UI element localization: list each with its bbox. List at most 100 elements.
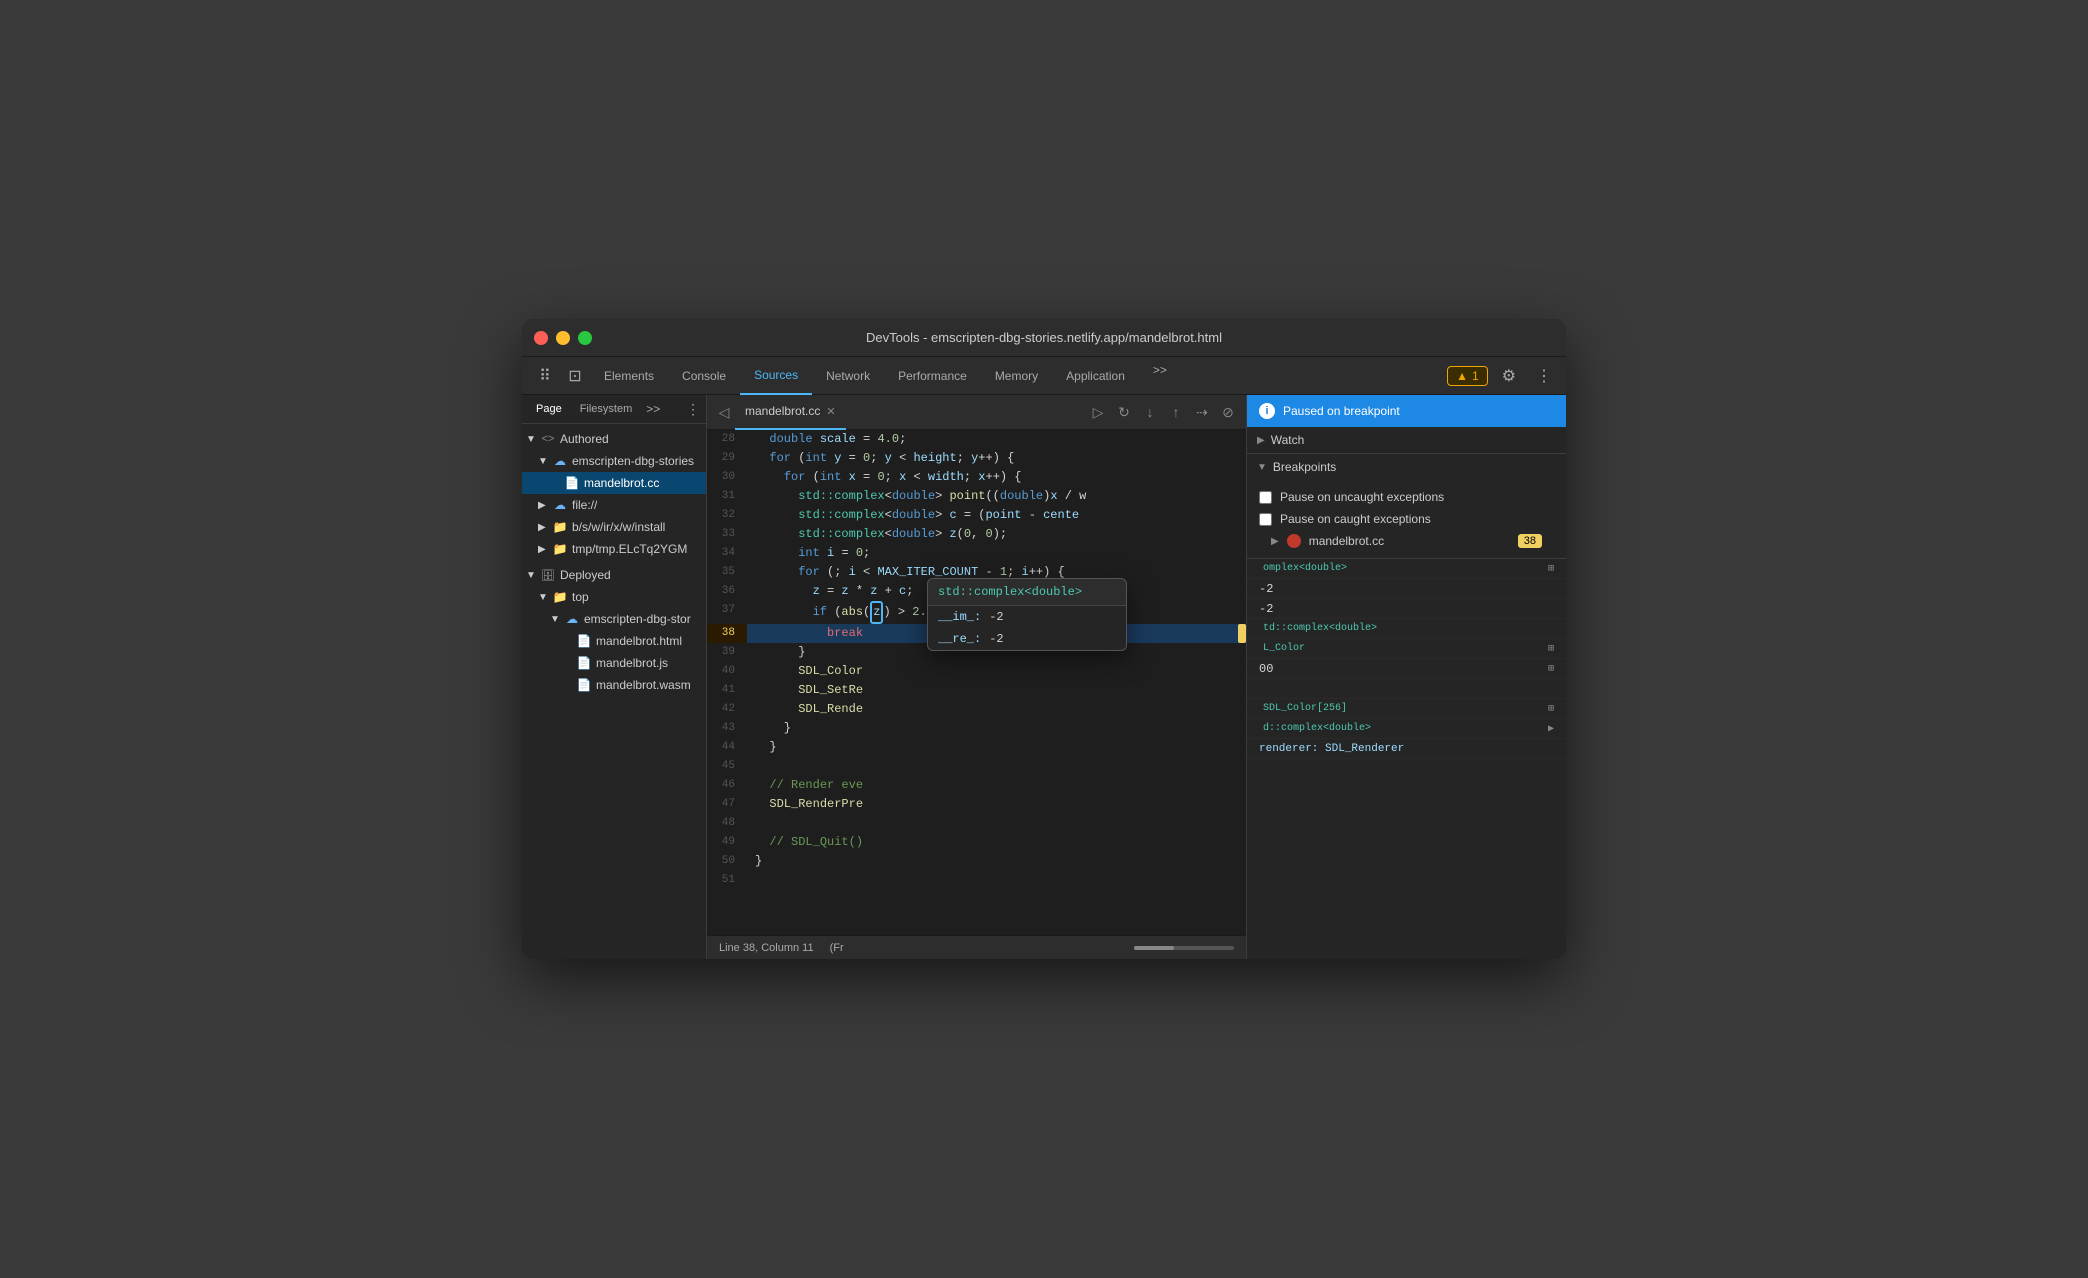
debug-panel: i Paused on breakpoint ▶ Watch ▼ Breakpo… <box>1246 395 1566 959</box>
settings-icon[interactable]: ⚙ <box>1496 366 1522 386</box>
authored-icon: <> <box>540 431 556 447</box>
chevron-down-icon: ▼ <box>526 434 540 445</box>
code-line-42: 42 SDL_Rende <box>707 700 1246 719</box>
pause-uncaught-checkbox[interactable] <box>1259 491 1272 504</box>
tab-more-icon[interactable]: >> <box>1139 357 1181 395</box>
sidebar-tab-filesystem[interactable]: Filesystem <box>572 399 641 419</box>
tree-tmp-folder[interactable]: ▶ 📁 tmp/tmp.ELcTq2YGM <box>522 538 706 560</box>
code-line-34: 34 int i = 0; <box>707 544 1246 563</box>
var-row-3: -2 <box>1247 599 1566 619</box>
breakpoint-file-label: mandelbrot.cc <box>1309 534 1384 548</box>
main-content: Page Filesystem >> ⋮ ▼ <> Authored ▼ ☁ e… <box>522 395 1566 959</box>
authored-label: Authored <box>560 432 609 446</box>
tree-js-file[interactable]: ▶ 📄 mandelbrot.js <box>522 652 706 674</box>
server-icon: 🗄 <box>540 567 556 583</box>
maximize-button[interactable] <box>578 331 592 345</box>
cursor-position: Line 38, Column 11 <box>719 942 814 954</box>
sidebar-tab-page[interactable]: Page <box>528 399 570 419</box>
step-out-icon[interactable]: ↑ <box>1164 404 1188 420</box>
more-options-icon[interactable]: ⋮ <box>1530 366 1558 386</box>
breakpoint-entry: ▶ mandelbrot.cc 38 <box>1259 530 1554 552</box>
deactivate-icon[interactable]: ⊘ <box>1216 404 1240 421</box>
breakpoints-header[interactable]: ▼ Breakpoints <box>1247 454 1566 480</box>
cloud-icon: ☁ <box>564 611 580 627</box>
tab-performance[interactable]: Performance <box>884 357 981 395</box>
code-line-48: 48 <box>707 814 1246 833</box>
code-nav-controls: ▷ ↻ ↓ ↑ ⇢ ⊘ <box>1086 404 1240 421</box>
wasm-label: mandelbrot.wasm <box>596 678 691 692</box>
file-icon: 📄 <box>576 655 592 671</box>
minimize-button[interactable] <box>556 331 570 345</box>
nav-forward-icon[interactable]: ▷ <box>1086 404 1110 421</box>
chevron-right-icon: ▶ <box>1271 536 1279 547</box>
file-icon: 📄 <box>576 633 592 649</box>
nav-back-icon[interactable]: ◁ <box>713 404 735 421</box>
tree-deployed[interactable]: ▼ 🗄 Deployed <box>522 564 706 586</box>
watch-header[interactable]: ▶ Watch <box>1247 427 1566 453</box>
var-row-9: d::complex<double> ▶ <box>1247 719 1566 739</box>
warning-badge[interactable]: ▲ 1 <box>1447 366 1488 386</box>
cloud-icon: ☁ <box>552 497 568 513</box>
paused-label: Paused on breakpoint <box>1283 404 1400 418</box>
chevron-right-icon: ▶ <box>538 544 552 555</box>
tooltip-im-key: __im_: <box>938 610 981 624</box>
code-tabs: ◁ mandelbrot.cc ✕ ▷ ↻ ↓ ↑ ⇢ ⊘ <box>707 395 1246 430</box>
close-tab-button[interactable]: ✕ <box>826 405 835 418</box>
frame-info: (Fr <box>830 942 844 954</box>
code-line-47: 47 SDL_RenderPre <box>707 795 1246 814</box>
titlebar: DevTools - emscripten-dbg-stories.netlif… <box>522 319 1566 357</box>
close-button[interactable] <box>534 331 548 345</box>
devtools-window: DevTools - emscripten-dbg-stories.netlif… <box>522 319 1566 959</box>
tab-network[interactable]: Network <box>812 357 884 395</box>
step-over-icon[interactable]: ↻ <box>1112 404 1136 421</box>
var-row-5: L_Color ⊞ <box>1247 639 1566 659</box>
code-line-46: 46 // Render eve <box>707 776 1246 795</box>
var-row-10: renderer: SDL_Renderer <box>1247 739 1566 759</box>
chevron-right-icon: ▶ <box>1257 435 1265 446</box>
tree-file-cloud[interactable]: ▶ ☁ file:// <box>522 494 706 516</box>
pause-caught-checkbox[interactable] <box>1259 513 1272 526</box>
tree-mandelbrot-cc[interactable]: ▶ 📄 mandelbrot.cc <box>522 472 706 494</box>
var-row-2: -2 <box>1247 579 1566 599</box>
traffic-lights <box>534 331 592 345</box>
breakpoint-dot-icon <box>1287 534 1301 548</box>
tree-install-folder[interactable]: ▶ 📁 b/s/w/ir/x/w/install <box>522 516 706 538</box>
tab-console[interactable]: Console <box>668 357 740 395</box>
tree-html-file[interactable]: ▶ 📄 mandelbrot.html <box>522 630 706 652</box>
js-label: mandelbrot.js <box>596 656 668 670</box>
code-line-32: 32 std::complex<double> c = (point - cen… <box>707 506 1246 525</box>
code-body: 28 double scale = 4.0; 29 for (int y = 0… <box>707 430 1246 935</box>
tooltip-re-key: __re_: <box>938 632 981 646</box>
tab-sources[interactable]: Sources <box>740 357 812 395</box>
sidebar-tab-more[interactable]: >> <box>642 400 664 418</box>
sidebar-more-icon[interactable]: ⋮ <box>686 401 700 418</box>
pause-caught-row: Pause on caught exceptions <box>1259 508 1554 530</box>
code-file-tab[interactable]: mandelbrot.cc ✕ <box>735 395 846 430</box>
var-row-4: td::complex<double> <box>1247 619 1566 639</box>
tree-authored[interactable]: ▼ <> Authored <box>522 428 706 450</box>
pause-caught-label: Pause on caught exceptions <box>1280 512 1431 526</box>
devtools-drawer-icon[interactable]: ⊡ <box>560 361 590 391</box>
paused-header: i Paused on breakpoint <box>1247 395 1566 427</box>
info-icon: i <box>1259 403 1275 419</box>
code-editor[interactable]: 28 double scale = 4.0; 29 for (int y = 0… <box>707 430 1246 935</box>
code-line-50: 50 } <box>707 852 1246 871</box>
tree-top-folder[interactable]: ▼ 📁 top <box>522 586 706 608</box>
step-icon[interactable]: ⇢ <box>1190 404 1214 421</box>
tab-memory[interactable]: Memory <box>981 357 1052 395</box>
tooltip-row-re: __re_: -2 <box>928 628 1126 650</box>
chevron-right-icon: ▶ <box>538 500 552 511</box>
tab-elements[interactable]: Elements <box>590 357 668 395</box>
top-label: top <box>572 590 589 604</box>
tab-application[interactable]: Application <box>1052 357 1139 395</box>
tree-wasm-file[interactable]: ▶ 📄 mandelbrot.wasm <box>522 674 706 696</box>
tmp-label: tmp/tmp.ELcTq2YGM <box>572 542 687 556</box>
file-sidebar: Page Filesystem >> ⋮ ▼ <> Authored ▼ ☁ e… <box>522 395 707 959</box>
breakpoint-line-number: 38 <box>1518 534 1542 548</box>
step-into-icon[interactable]: ↓ <box>1138 404 1162 420</box>
devtools-cursor-icon[interactable]: ⠿ <box>530 361 560 391</box>
tree-deployed-cloud[interactable]: ▼ ☁ emscripten-dbg-stor <box>522 608 706 630</box>
tree-emscripten-dbg-cloud[interactable]: ▼ ☁ emscripten-dbg-stories <box>522 450 706 472</box>
file-icon: 📄 <box>564 475 580 491</box>
var-row-7 <box>1247 679 1566 699</box>
